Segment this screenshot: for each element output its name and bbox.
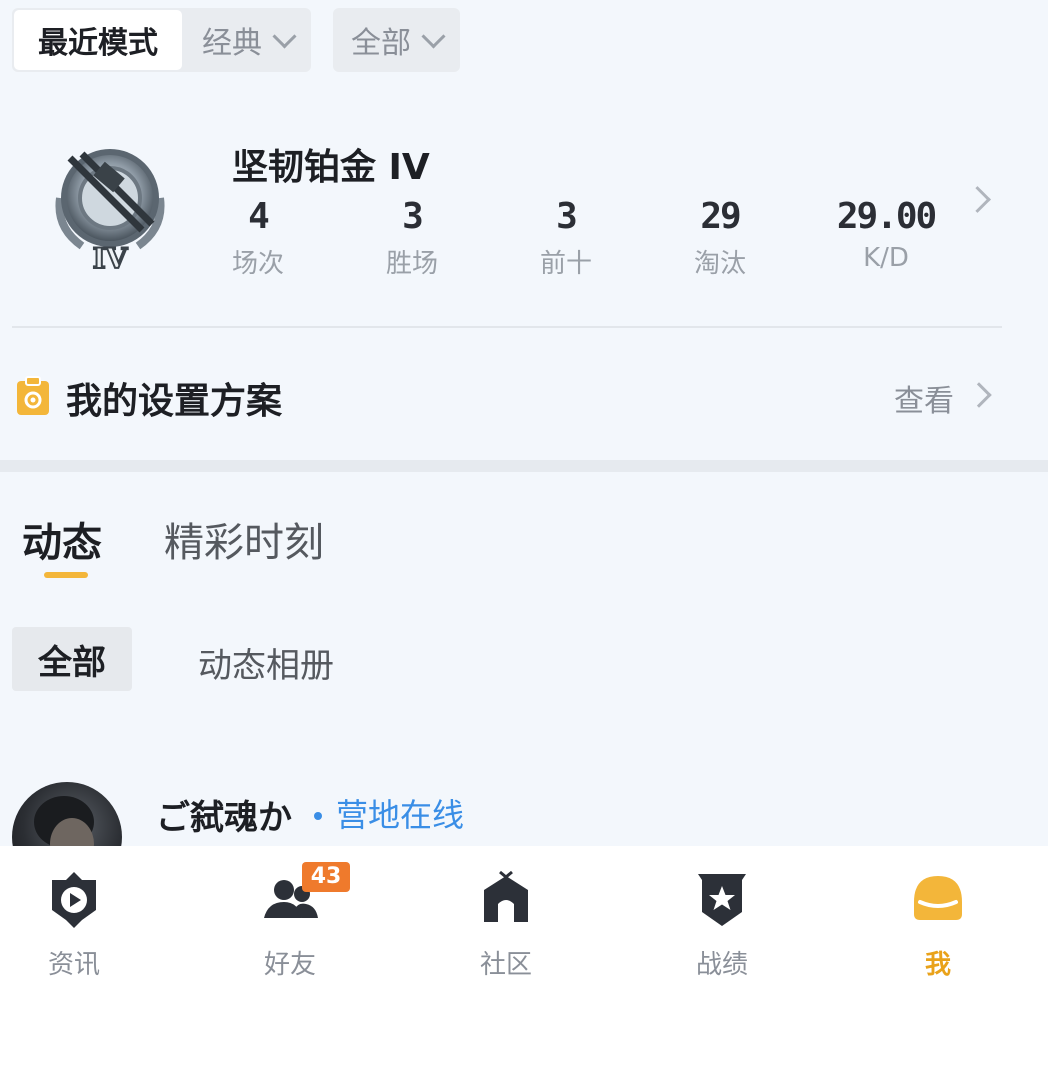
stat-wins: 3 胜场 xyxy=(362,196,462,280)
settings-view-link[interactable]: 查看 xyxy=(894,376,954,420)
stat-kills: 29 淘汰 xyxy=(670,196,770,280)
rank-badge-roman: IV xyxy=(93,242,129,274)
chevron-down-icon xyxy=(272,23,297,49)
nav-label: 战绩 xyxy=(695,950,748,980)
nav-news[interactable]: 资讯 xyxy=(14,868,134,981)
nav-label: 好友 xyxy=(263,950,316,980)
section-separator xyxy=(0,460,1048,472)
subfilter-album[interactable]: 动态相册 xyxy=(198,638,334,687)
stat-label: 胜场 xyxy=(385,249,438,279)
subfilter-all-label: 全部 xyxy=(38,642,106,683)
subfilter-all[interactable]: 全部 xyxy=(12,627,132,691)
stat-value: 29.00 xyxy=(836,196,937,237)
chevron-right-icon[interactable] xyxy=(964,186,991,213)
active-tab-indicator xyxy=(44,572,88,578)
clipboard-gear-icon xyxy=(16,376,50,416)
stat-label: K/D xyxy=(863,243,909,273)
stat-value: 3 xyxy=(402,196,424,237)
nav-label: 资讯 xyxy=(47,950,100,980)
mode-segment: 最近模式 经典 xyxy=(12,8,311,72)
rank-title: 坚韧铂金 IV xyxy=(232,147,430,188)
rank-stats[interactable]: 4 场次 3 胜场 3 前十 29 淘汰 29.00 K/D xyxy=(210,196,960,286)
record-star-shield-icon xyxy=(698,874,746,926)
bottom-nav: 资讯 好友 43 社区 战绩 我 xyxy=(0,846,1048,1074)
mode-dropdown-label: 经典 xyxy=(202,26,262,61)
stat-label: 场次 xyxy=(231,249,284,279)
stat-top10: 3 前十 xyxy=(516,196,616,280)
nav-community[interactable]: 社区 xyxy=(446,868,566,981)
stat-value: 29 xyxy=(700,196,741,237)
friends-count-badge: 43 xyxy=(302,862,350,892)
chevron-right-icon[interactable] xyxy=(966,382,992,408)
rank-badge-icon: IV xyxy=(42,138,178,276)
stat-kd: 29.00 K/D xyxy=(836,196,937,273)
online-dot-icon xyxy=(314,812,322,820)
mode-filter-bar: 最近模式 经典 全部 xyxy=(12,8,460,72)
online-status: 营地在线 xyxy=(336,796,465,834)
tab-highlights[interactable]: 精彩时刻 xyxy=(164,510,324,568)
news-play-icon xyxy=(52,872,96,928)
nav-label: 社区 xyxy=(479,950,532,980)
stat-value: 4 xyxy=(248,196,270,237)
settings-plan-title[interactable]: 我的设置方案 xyxy=(66,372,282,424)
tab-feed[interactable]: 动态 xyxy=(22,510,102,568)
chevron-down-icon xyxy=(421,23,446,49)
scope-dropdown-label: 全部 xyxy=(351,26,411,61)
stat-label: 淘汰 xyxy=(693,249,746,279)
recent-mode-tab[interactable]: 最近模式 xyxy=(14,10,182,70)
stat-value: 3 xyxy=(556,196,578,237)
mode-dropdown[interactable]: 经典 xyxy=(184,8,311,72)
nav-records[interactable]: 战绩 xyxy=(662,868,782,981)
post-username[interactable]: ご弑魂か xyxy=(156,790,292,839)
community-house-icon xyxy=(484,870,528,922)
nav-me[interactable]: 我 xyxy=(878,868,998,981)
scope-dropdown[interactable]: 全部 xyxy=(333,8,460,72)
nav-label: 我 xyxy=(924,950,951,980)
stat-matches: 4 场次 xyxy=(208,196,308,280)
divider xyxy=(12,326,1002,328)
helmet-icon xyxy=(914,876,962,920)
recent-mode-label: 最近模式 xyxy=(38,26,158,61)
stat-label: 前十 xyxy=(539,249,592,279)
